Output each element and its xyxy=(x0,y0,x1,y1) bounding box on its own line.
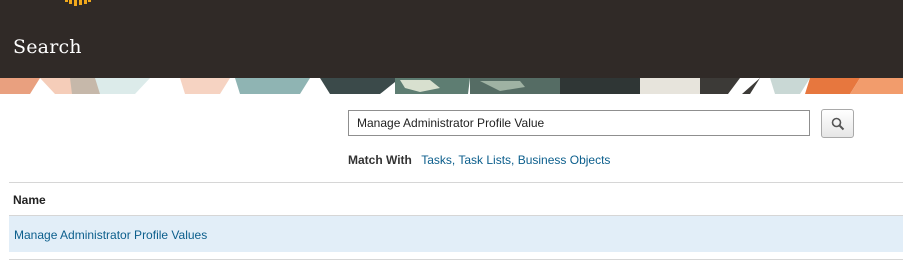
magnifier-icon xyxy=(831,117,844,130)
divider xyxy=(9,259,903,260)
search-button[interactable] xyxy=(821,109,854,138)
divider xyxy=(9,182,903,183)
page-header: Search xyxy=(0,0,903,78)
table-row[interactable]: Manage Administrator Profile Values xyxy=(9,216,903,252)
page-title: Search xyxy=(13,36,82,58)
search-input[interactable] xyxy=(348,110,810,136)
search-bar xyxy=(348,109,868,140)
result-link[interactable]: Manage Administrator Profile Values xyxy=(14,228,207,242)
match-with-row: Match With Tasks, Task Lists, Business O… xyxy=(348,153,610,167)
search-page: Search Match With Tasks, Task xyxy=(0,0,903,270)
decorative-banner xyxy=(0,78,903,94)
match-with-link[interactable]: Tasks, Task Lists, Business Objects xyxy=(421,153,610,167)
oracle-sun-logo-icon xyxy=(65,0,91,6)
match-with-label: Match With xyxy=(348,153,412,167)
column-header-name: Name xyxy=(13,193,46,207)
